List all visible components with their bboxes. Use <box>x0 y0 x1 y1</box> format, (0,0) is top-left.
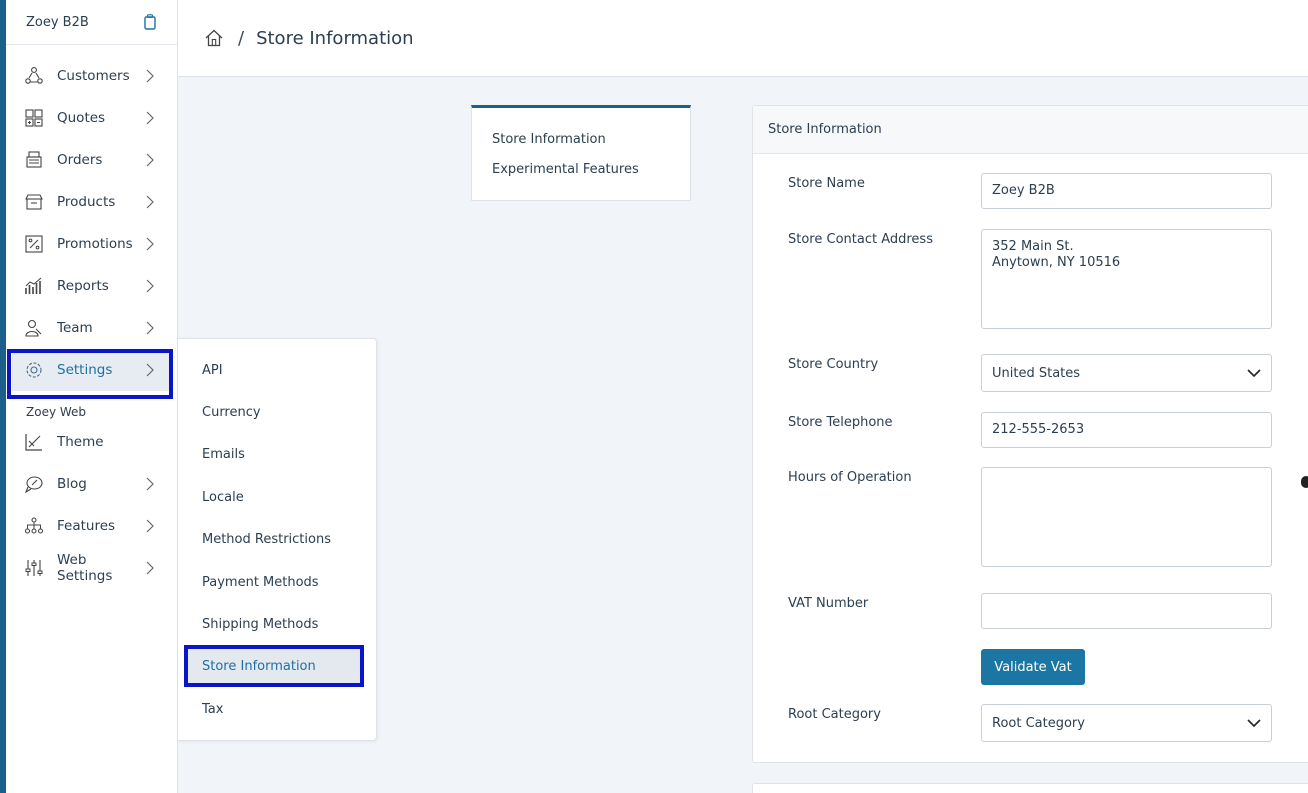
chevron-right-icon <box>146 477 154 491</box>
tab-experimental-features[interactable]: Experimental Features <box>492 162 639 177</box>
store-telephone-label: Store Telephone <box>788 415 893 430</box>
flyout-item-payment-methods[interactable]: Payment Methods <box>202 575 319 590</box>
sidebar: Zoey B2B Customers Quotes Orders Product… <box>6 0 178 793</box>
chevron-right-icon <box>146 153 154 167</box>
chevron-right-icon <box>146 519 154 533</box>
flyout-item-shipping-methods[interactable]: Shipping Methods <box>202 617 318 632</box>
quotes-icon <box>24 108 44 128</box>
store-country-value: United States <box>992 365 1081 381</box>
nav-label: Web Settings <box>57 552 113 584</box>
store-country-label: Store Country <box>788 357 879 372</box>
root-category-select[interactable]: Root Category <box>981 704 1272 742</box>
nav-item-quotes[interactable]: Quotes <box>6 97 177 139</box>
chevron-down-icon <box>1247 368 1261 377</box>
store-name-input[interactable]: Zoey B2B <box>981 173 1272 209</box>
reports-icon <box>24 276 44 296</box>
store-switch-icon[interactable] <box>143 14 157 30</box>
panel-heading: Store Information <box>753 106 1308 154</box>
page-title: Store Information <box>256 27 414 49</box>
nav-item-team[interactable]: Team <box>6 307 177 349</box>
flyout-item-method-restrictions[interactable]: Method Restrictions <box>202 532 331 547</box>
section-tabs: Store Information Experimental Features <box>471 105 691 201</box>
nav-label: Theme <box>57 434 104 450</box>
orders-icon <box>24 150 44 170</box>
flyout-item-currency[interactable]: Currency <box>202 405 261 420</box>
brand-name: Zoey B2B <box>26 14 89 30</box>
store-address-textarea[interactable]: 352 Main St. Anytown, NY 10516 <box>981 229 1272 329</box>
vat-number-label: VAT Number <box>788 596 869 611</box>
nav-label: Orders <box>57 152 103 168</box>
flyout-item-emails[interactable]: Emails <box>202 447 245 462</box>
flyout-item-tax[interactable]: Tax <box>202 702 223 717</box>
nav-label: Features <box>57 518 116 534</box>
chevron-right-icon <box>146 321 154 335</box>
breadcrumb-separator: / <box>238 27 245 49</box>
store-name-label: Store Name <box>788 176 865 191</box>
root-category-value: Root Category <box>992 715 1085 731</box>
nav-label: Blog <box>57 476 87 492</box>
nav-label: Promotions <box>57 236 133 252</box>
team-icon <box>24 318 44 338</box>
flyout-item-locale[interactable]: Locale <box>202 490 244 505</box>
hours-label: Hours of Operation <box>788 470 912 485</box>
products-icon <box>24 192 44 212</box>
nav-item-products[interactable]: Products <box>6 181 177 223</box>
promotions-icon <box>24 234 44 254</box>
nav-item-reports[interactable]: Reports <box>6 265 177 307</box>
chevron-right-icon <box>146 237 154 251</box>
nav-item-web-settings[interactable]: Web Settings <box>6 547 177 589</box>
features-icon <box>24 516 44 536</box>
store-telephone-input[interactable]: 212-555-2653 <box>981 412 1272 448</box>
chevron-right-icon <box>146 561 154 575</box>
nav-label: Products <box>57 194 116 210</box>
validate-vat-button[interactable]: Validate Vat <box>981 649 1085 685</box>
chevron-right-icon <box>146 279 154 293</box>
store-country-select[interactable]: United States <box>981 354 1272 392</box>
settings-flyout-menu: API Currency Emails Locale Method Restri… <box>178 338 377 741</box>
nav-item-promotions[interactable]: Promotions <box>6 223 177 265</box>
sliders-icon <box>24 558 44 578</box>
nav-label: Quotes <box>57 110 106 126</box>
tab-store-information[interactable]: Store Information <box>492 132 606 147</box>
nav-item-features[interactable]: Features <box>6 505 177 547</box>
hours-textarea[interactable] <box>981 467 1272 567</box>
nav-label: Reports <box>57 278 109 294</box>
theme-icon <box>24 432 44 452</box>
nav-item-orders[interactable]: Orders <box>6 139 177 181</box>
settings-highlight-box <box>7 349 173 399</box>
store-switcher[interactable]: Zoey B2B <box>6 0 177 45</box>
store-information-highlight-box <box>184 645 364 687</box>
help-indicator-icon[interactable] <box>1301 476 1308 488</box>
chevron-right-icon <box>146 111 154 125</box>
nav-label: Team <box>57 320 93 336</box>
chevron-right-icon <box>146 195 154 209</box>
blog-icon <box>24 474 44 494</box>
store-information-panel: Store Information Store Name Zoey B2B St… <box>752 105 1308 763</box>
page-header: / Store Information <box>178 0 1308 77</box>
nav-item-blog[interactable]: Blog <box>6 463 177 505</box>
nav-item-customers[interactable]: Customers <box>6 55 177 97</box>
home-icon[interactable] <box>204 28 224 48</box>
root-category-label: Root Category <box>788 707 881 722</box>
chevron-down-icon <box>1247 718 1261 727</box>
vat-number-input[interactable] <box>981 593 1272 629</box>
nav-label: Customers <box>57 68 130 84</box>
store-address-label: Store Contact Address <box>788 232 933 247</box>
flyout-item-api[interactable]: API <box>202 363 223 378</box>
chevron-right-icon <box>146 69 154 83</box>
next-panel <box>752 783 1308 793</box>
primary-nav: Customers Quotes Orders Products Promoti… <box>6 45 177 589</box>
nav-item-theme[interactable]: Theme <box>6 421 177 463</box>
customers-icon <box>24 66 44 86</box>
